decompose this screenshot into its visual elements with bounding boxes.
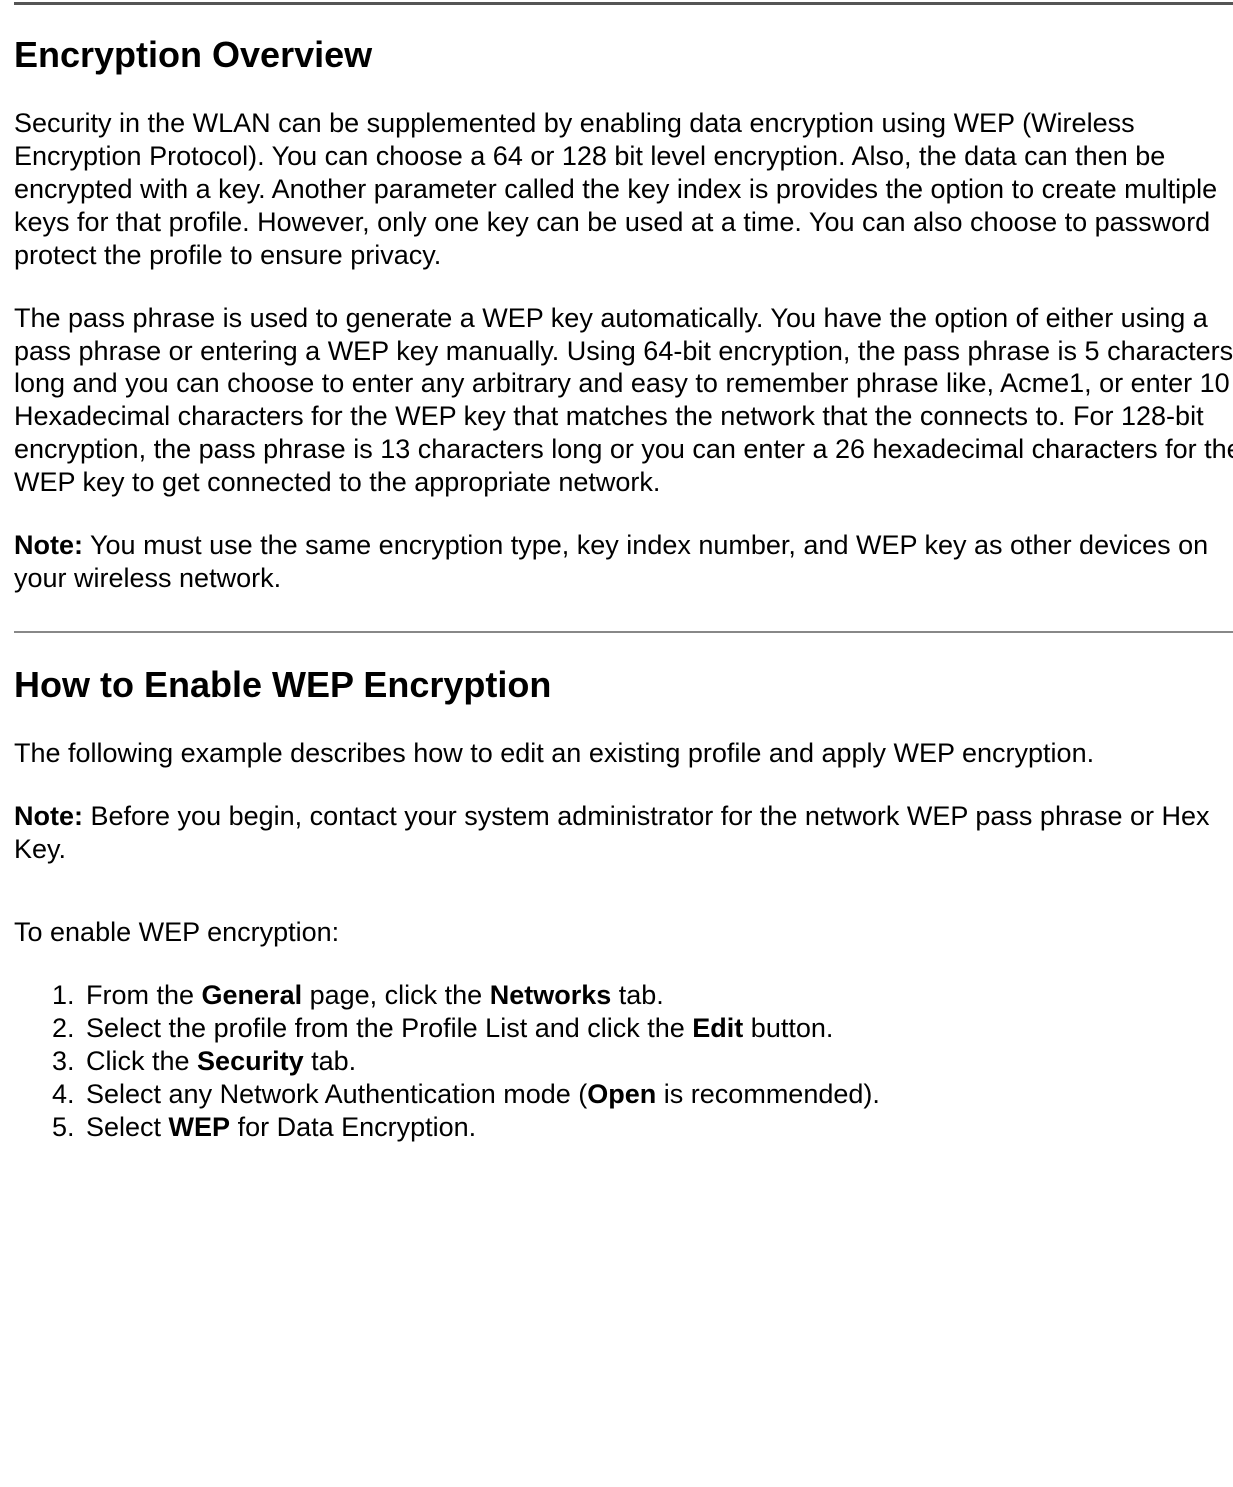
list-item: Select WEP for Data Encryption. [82, 1111, 1233, 1144]
overview-paragraph-1: Security in the WLAN can be supplemented… [14, 107, 1233, 272]
step-text: Select the profile from the Profile List… [86, 1013, 692, 1043]
enable-wep-intro: The following example describes how to e… [14, 737, 1233, 770]
enable-wep-lead: To enable WEP encryption: [14, 916, 1233, 949]
list-item: Click the Security tab. [82, 1045, 1233, 1078]
step-text: page, click the [302, 980, 490, 1010]
step-text: for Data Encryption. [230, 1112, 476, 1142]
step-text: Select [86, 1112, 169, 1142]
list-item: Select the profile from the Profile List… [82, 1012, 1233, 1045]
note-label: Note: [14, 801, 83, 831]
step-text: Click the [86, 1046, 197, 1076]
note-text: You must use the same encryption type, k… [14, 530, 1208, 593]
step-text: is recommended). [656, 1079, 880, 1109]
step-bold: Networks [490, 980, 612, 1010]
heading-enable-wep: How to Enable WEP Encryption [14, 663, 1233, 707]
step-text: tab. [611, 980, 664, 1010]
step-bold: General [202, 980, 303, 1010]
step-bold: Open [587, 1079, 656, 1109]
step-bold: Edit [692, 1013, 743, 1043]
step-text: Select any Network Authentication mode ( [86, 1079, 587, 1109]
heading-encryption-overview: Encryption Overview [14, 33, 1233, 77]
overview-note: Note: You must use the same encryption t… [14, 529, 1233, 595]
note-label: Note: [14, 530, 83, 560]
list-item: Select any Network Authentication mode (… [82, 1078, 1233, 1111]
steps-list: From the General page, click the Network… [14, 979, 1233, 1144]
note-text: Before you begin, contact your system ad… [14, 801, 1210, 864]
section-divider [14, 631, 1233, 633]
enable-wep-note: Note: Before you begin, contact your sys… [14, 800, 1233, 866]
step-text: button. [743, 1013, 833, 1043]
overview-paragraph-2: The pass phrase is used to generate a WE… [14, 302, 1233, 500]
top-divider [14, 2, 1233, 5]
step-text: From the [86, 980, 202, 1010]
step-bold: Security [197, 1046, 304, 1076]
list-item: From the General page, click the Network… [82, 979, 1233, 1012]
step-bold: WEP [169, 1112, 231, 1142]
step-text: tab. [304, 1046, 357, 1076]
